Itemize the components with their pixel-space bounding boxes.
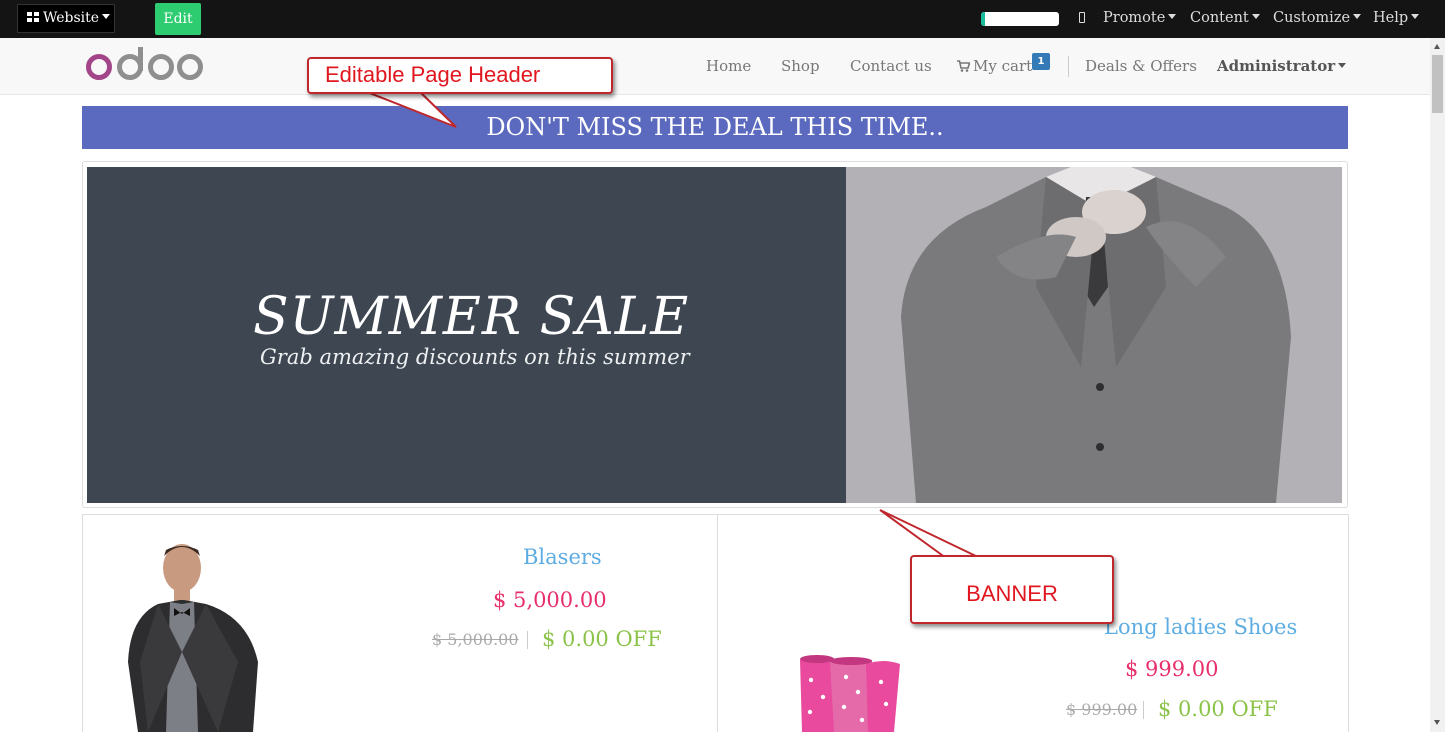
- edit-button[interactable]: Edit: [155, 3, 201, 35]
- caret-down-icon: [1411, 14, 1420, 19]
- website-menu-label: Website: [43, 10, 100, 26]
- banner-callout-pointer: [879, 509, 981, 559]
- scroll-up-arrow-icon[interactable]: [1434, 44, 1440, 49]
- promote-menu[interactable]: Promote: [1103, 10, 1177, 26]
- user-menu-label: Administrator: [1217, 57, 1336, 75]
- caret-down-icon: [102, 14, 111, 19]
- caret-down-icon: [1251, 14, 1260, 19]
- banner-man-image: [846, 167, 1342, 503]
- product-discount: $ 0.00 OFF: [1158, 697, 1278, 721]
- mobile-preview-icon[interactable]: [1079, 12, 1085, 23]
- page-scrollbar[interactable]: [1430, 38, 1445, 732]
- nav-shop[interactable]: Shop: [781, 57, 820, 75]
- product-old-price: $ 5,000.00: [432, 630, 519, 649]
- website-menu-button[interactable]: Website: [17, 4, 115, 33]
- cart-count-badge: 1: [1032, 53, 1050, 70]
- product-name[interactable]: Long ladies Shoes: [1104, 615, 1297, 639]
- nav-divider: [1068, 56, 1069, 77]
- cart-icon: [957, 60, 970, 72]
- progress-bar: [981, 12, 1059, 26]
- scrollbar-thumb[interactable]: [1432, 55, 1443, 113]
- help-menu-label: Help: [1373, 10, 1409, 26]
- header-callout-pointer: [361, 89, 457, 128]
- product-old-price: $ 999.00: [1066, 700, 1138, 719]
- banner-callout: BANNER: [910, 555, 1114, 624]
- caret-down-icon: [1353, 14, 1362, 19]
- content-menu-label: Content: [1190, 10, 1249, 26]
- sale-subtitle: Grab amazing discounts on this summer: [260, 345, 690, 369]
- site-navbar: Home Shop Contact us My cart 1 Deals & O…: [0, 38, 1430, 95]
- header-callout: Editable Page Header: [307, 57, 613, 94]
- customize-menu[interactable]: Customize: [1273, 10, 1362, 26]
- progress-fill: [981, 12, 985, 26]
- product-price: $ 999.00: [1125, 657, 1219, 681]
- blazer-product-image[interactable]: [118, 542, 268, 732]
- apps-grid-icon: [27, 12, 40, 23]
- content-menu[interactable]: Content: [1190, 10, 1260, 26]
- admin-bar: Website Edit Promote Content Customize H…: [0, 0, 1445, 38]
- scroll-down-arrow-icon[interactable]: [1434, 720, 1440, 725]
- promote-menu-label: Promote: [1103, 10, 1166, 26]
- price-separator: [1143, 701, 1144, 719]
- customize-menu-label: Customize: [1273, 10, 1351, 26]
- banner-callout-text: BANNER: [966, 581, 1058, 606]
- odoo-logo[interactable]: [85, 47, 205, 87]
- product-divider: [717, 514, 718, 732]
- price-separator: [527, 631, 528, 649]
- user-menu[interactable]: Administrator: [1217, 57, 1347, 75]
- product-price: $ 5,000.00: [493, 588, 607, 612]
- nav-deals-offers[interactable]: Deals & Offers: [1085, 57, 1197, 75]
- nav-my-cart[interactable]: My cart: [957, 57, 1032, 75]
- product-discount: $ 0.00 OFF: [542, 627, 662, 651]
- deal-header: DON'T MISS THE DEAL THIS TIME..: [82, 106, 1348, 149]
- sale-title: SUMMER SALE: [253, 287, 690, 347]
- my-cart-label: My cart: [973, 57, 1033, 75]
- caret-down-icon: [1168, 14, 1177, 19]
- nav-contact-us[interactable]: Contact us: [850, 57, 932, 75]
- nav-home[interactable]: Home: [706, 57, 751, 75]
- header-callout-text: Editable Page Header: [325, 62, 541, 87]
- shoes-product-image[interactable]: [796, 652, 906, 732]
- caret-down-icon: [1338, 63, 1347, 68]
- product-name[interactable]: Blasers: [523, 545, 602, 569]
- help-menu[interactable]: Help: [1373, 10, 1420, 26]
